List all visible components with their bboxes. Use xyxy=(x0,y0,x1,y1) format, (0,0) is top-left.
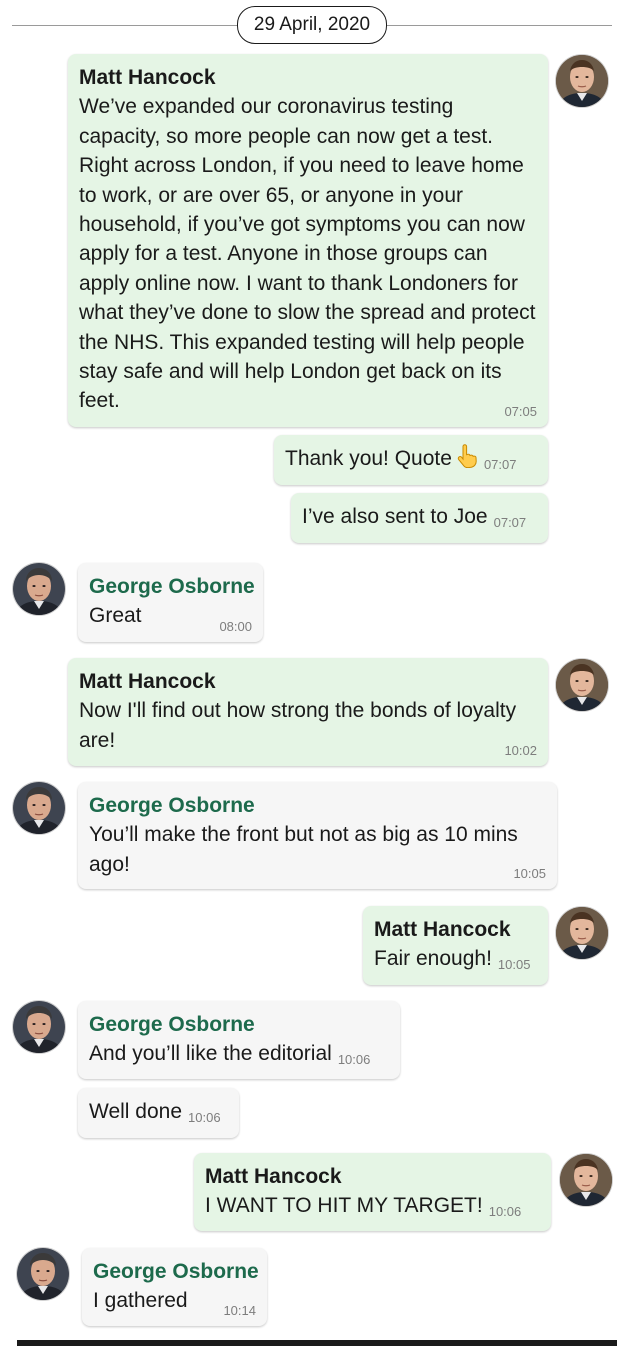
message-timestamp: 10:02 xyxy=(504,743,537,758)
message-text: And you’ll like the editorial xyxy=(89,1042,332,1066)
message-timestamp: 10:06 xyxy=(188,1110,221,1125)
sender-name: George Osborne xyxy=(89,575,255,598)
sender-name: George Osborne xyxy=(93,1260,259,1283)
sender-name: Matt Hancock xyxy=(79,66,216,89)
message-text: You’ll make the front but not as big as … xyxy=(89,823,518,876)
message-bubble-incoming[interactable]: George Osborne And you’ll like the edito… xyxy=(78,1001,400,1079)
george-osborne-avatar xyxy=(13,1001,65,1053)
matt-hancock-avatar xyxy=(560,1154,612,1206)
message-bubble-outgoing[interactable]: Matt Hancock Now I'll find out how stron… xyxy=(68,658,548,766)
matt-hancock-avatar xyxy=(556,659,608,711)
message-timestamp: 10:14 xyxy=(223,1303,256,1318)
message-timestamp: 10:06 xyxy=(337,1052,371,1068)
pointing-hand-icon xyxy=(456,444,478,469)
chat-transcript: 29 April, 2020 Matt Hancock We’ve expand… xyxy=(0,0,630,1350)
message-text: Fair enough! xyxy=(374,947,492,971)
george-osborne-avatar xyxy=(17,1248,69,1300)
message-text: Now I'll find out how strong the bonds o… xyxy=(79,699,517,752)
date-divider: 29 April, 2020 xyxy=(12,6,612,44)
sender-name: George Osborne xyxy=(89,1013,255,1036)
george-osborne-avatar xyxy=(13,563,65,615)
message-text: Well done xyxy=(89,1100,183,1123)
message-bubble-outgoing[interactable]: I’ve also sent to Joe 07:07 xyxy=(291,493,548,543)
message-bubble-outgoing[interactable]: Matt Hancock We’ve expanded our coronavi… xyxy=(68,54,548,427)
sender-name: Matt Hancock xyxy=(205,1165,342,1188)
matt-hancock-avatar xyxy=(556,907,608,959)
message-text: I’ve also sent to Joe xyxy=(302,505,488,528)
message-text: Thank you! Quote xyxy=(285,447,452,470)
message-timestamp: 07:05 xyxy=(504,404,537,419)
message-timestamp: 10:05 xyxy=(497,957,531,973)
message-timestamp: 10:06 xyxy=(488,1204,522,1220)
george-osborne-avatar xyxy=(13,782,65,834)
message-bubble-incoming[interactable]: Well done 10:06 xyxy=(78,1088,239,1138)
sender-name: George Osborne xyxy=(89,794,255,817)
message-text: We’ve expanded our coronavirus testing c… xyxy=(79,95,536,413)
message-bubble-incoming[interactable]: George Osborne Great 08:00 xyxy=(78,563,263,642)
message-bubble-outgoing[interactable]: Matt Hancock Fair enough! 10:05 xyxy=(363,906,548,985)
date-label: 29 April, 2020 xyxy=(237,6,387,44)
sender-name: Matt Hancock xyxy=(79,670,216,693)
bottom-rule xyxy=(17,1340,617,1346)
message-timestamp: 10:05 xyxy=(513,866,546,881)
message-timestamp: 08:00 xyxy=(219,619,252,634)
message-bubble-outgoing[interactable]: Thank you! Quote 07:07 xyxy=(274,435,548,485)
message-bubble-incoming[interactable]: George Osborne You’ll make the front but… xyxy=(78,782,557,889)
message-timestamp: 07:07 xyxy=(483,457,517,472)
message-text: I WANT TO HIT MY TARGET! xyxy=(205,1194,483,1218)
message-bubble-outgoing[interactable]: Matt Hancock I WANT TO HIT MY TARGET! 10:… xyxy=(194,1153,551,1231)
message-bubble-incoming[interactable]: George Osborne I gathered 10:14 xyxy=(82,1248,267,1326)
sender-name: Matt Hancock xyxy=(374,918,511,941)
message-timestamp: 07:07 xyxy=(493,515,527,530)
matt-hancock-avatar xyxy=(556,55,608,107)
